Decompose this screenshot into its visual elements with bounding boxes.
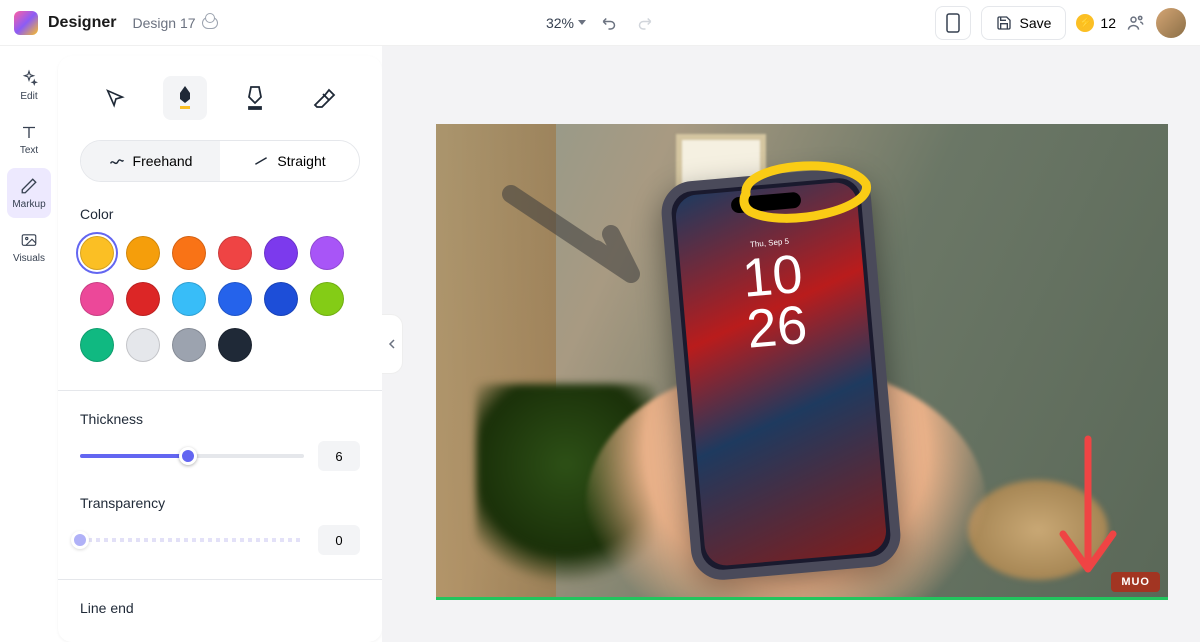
color-swatch[interactable] (218, 328, 252, 362)
freehand-mode-button[interactable]: Freehand (81, 141, 220, 181)
line-end-label: Line end (80, 600, 360, 616)
color-swatch[interactable] (172, 282, 206, 316)
color-swatch[interactable] (310, 236, 344, 270)
sidebar-label: Markup (12, 199, 45, 210)
redo-button[interactable] (634, 13, 654, 33)
marker-tool[interactable] (163, 76, 207, 120)
text-icon (19, 122, 39, 142)
canvas-area[interactable]: Thu, Sep 5 10 26 MUO (382, 46, 1200, 642)
sparkle-icon (19, 68, 39, 88)
undo-button[interactable] (600, 13, 620, 33)
sidebar-item-text[interactable]: Text (7, 114, 51, 164)
color-swatch[interactable] (126, 236, 160, 270)
sidebar-item-visuals[interactable]: Visuals (7, 222, 51, 272)
color-swatch[interactable] (218, 282, 252, 316)
document-name[interactable]: Design 17 (132, 15, 217, 31)
eraser-tool[interactable] (303, 76, 347, 120)
color-swatch[interactable] (264, 282, 298, 316)
chevron-down-icon (578, 20, 586, 25)
save-button[interactable]: Save (981, 6, 1067, 40)
cloud-sync-icon (202, 17, 218, 29)
top-bar: Designer Design 17 32% Save ⚡ 12 (0, 0, 1200, 46)
cursor-tool[interactable] (93, 76, 137, 120)
markup-red-arrow[interactable] (1048, 434, 1128, 594)
sidebar-label: Text (20, 145, 38, 156)
freehand-icon (109, 154, 125, 168)
draw-mode-toggle: Freehand Straight (80, 140, 360, 182)
canvas-image[interactable]: Thu, Sep 5 10 26 MUO (436, 124, 1168, 600)
phone-time: 10 26 (740, 249, 809, 356)
color-swatch[interactable] (126, 328, 160, 362)
color-swatch[interactable] (172, 236, 206, 270)
collapse-panel-button[interactable] (382, 314, 403, 374)
credits-display[interactable]: ⚡ 12 (1076, 14, 1116, 32)
share-button[interactable] (1126, 13, 1146, 33)
bolt-icon: ⚡ (1076, 14, 1094, 32)
mode-label: Straight (277, 153, 325, 169)
eraser-icon (313, 87, 337, 109)
highlighter-icon (243, 84, 267, 112)
thickness-slider[interactable] (80, 454, 304, 458)
color-swatch[interactable] (310, 282, 344, 316)
tool-row (80, 76, 360, 120)
sidebar-item-markup[interactable]: Markup (7, 168, 51, 218)
color-swatch[interactable] (218, 236, 252, 270)
color-swatch-grid (80, 236, 360, 362)
thickness-label: Thickness (80, 411, 360, 427)
straight-mode-button[interactable]: Straight (220, 141, 359, 181)
doc-title-text: Design 17 (132, 15, 195, 31)
pen-icon (19, 176, 39, 196)
line-icon (253, 154, 269, 168)
transparency-control: 0 (80, 525, 360, 555)
markup-yellow-circle[interactable] (726, 154, 876, 230)
divider (58, 390, 382, 391)
center-controls: 32% (546, 13, 654, 33)
divider (58, 579, 382, 580)
save-icon (996, 15, 1012, 31)
sidebar-label: Edit (20, 91, 37, 102)
mobile-preview-button[interactable] (935, 6, 971, 40)
transparency-value: 0 (318, 525, 360, 555)
app-logo-icon (14, 11, 38, 35)
color-swatch[interactable] (264, 236, 298, 270)
color-swatch[interactable] (80, 282, 114, 316)
credits-count: 12 (1100, 15, 1116, 31)
app-name: Designer (48, 14, 116, 32)
zoom-value: 32% (546, 15, 574, 31)
sidebar-label: Visuals (13, 253, 45, 264)
main-area: Edit Text Markup Visuals (0, 46, 1200, 642)
zoom-dropdown[interactable]: 32% (546, 15, 586, 31)
markup-panel: Freehand Straight Color Thickness 6 Tran… (58, 56, 382, 642)
right-controls: Save ⚡ 12 (935, 6, 1187, 40)
thickness-control: 6 (80, 441, 360, 471)
cursor-icon (104, 87, 126, 109)
color-swatch[interactable] (80, 328, 114, 362)
color-swatch[interactable] (80, 236, 114, 270)
left-sidebar: Edit Text Markup Visuals (0, 46, 58, 642)
user-avatar[interactable] (1156, 8, 1186, 38)
marker-icon (173, 84, 197, 112)
mode-label: Freehand (133, 153, 193, 169)
color-swatch[interactable] (172, 328, 206, 362)
image-icon (19, 230, 39, 250)
save-label: Save (1020, 15, 1052, 31)
color-swatch[interactable] (126, 282, 160, 316)
thickness-value: 6 (318, 441, 360, 471)
highlighter-tool[interactable] (233, 76, 277, 120)
watermark-badge: MUO (1111, 572, 1160, 592)
color-section-label: Color (80, 206, 360, 222)
chevron-left-icon (388, 338, 396, 350)
markup-gray-arrow[interactable] (501, 174, 661, 304)
transparency-label: Transparency (80, 495, 360, 511)
sidebar-item-edit[interactable]: Edit (7, 60, 51, 110)
transparency-slider[interactable] (80, 538, 304, 542)
